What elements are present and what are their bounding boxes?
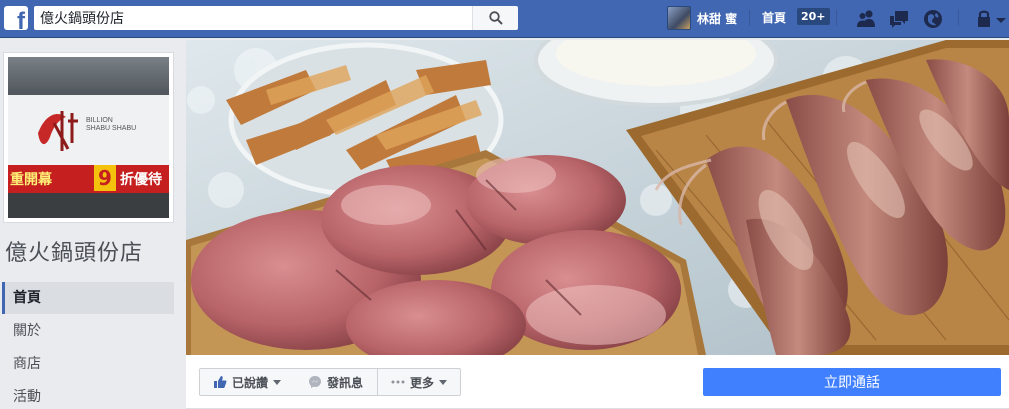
more-dots-icon [391, 380, 405, 384]
more-button-label: 更多 [409, 375, 434, 390]
avatar [667, 6, 691, 30]
thumbs-up-icon [213, 376, 227, 388]
sign-banner-number: 9 [94, 165, 116, 191]
storefront-windows [8, 57, 169, 97]
search-icon [489, 11, 503, 25]
storefront-base [8, 193, 169, 218]
facebook-logo[interactable]: f [4, 6, 28, 30]
top-navigation-bar: f 林甜 蜜 首頁 20+ [0, 0, 1009, 38]
friends-icon[interactable] [855, 8, 877, 30]
sign-banner-left-text: 重開幕 [10, 172, 52, 188]
message-button[interactable]: 發訊息 [294, 368, 378, 396]
messages-icon[interactable] [888, 8, 910, 30]
restaurant-logo [38, 111, 78, 151]
like-button-label: 已說讚 [231, 375, 268, 390]
sign-brand-line: SHABU SHABU [86, 125, 137, 132]
cover-photo[interactable] [186, 40, 1009, 355]
storefront-photo: BILLION SHABU SHABU 重開幕 9 折優待 [8, 57, 169, 218]
chevron-down-icon [273, 379, 281, 385]
sign-banner-right-text: 折優待 [120, 172, 162, 188]
sign-brand-line: BILLION [86, 117, 113, 124]
page-title[interactable]: 億火鍋頭份店 [5, 235, 143, 267]
account-menu-icon[interactable] [995, 8, 1007, 30]
seafood-cover-image [186, 40, 1009, 355]
nav-divider [958, 10, 959, 26]
notifications-icon[interactable] [922, 8, 944, 30]
sidebar-item-home[interactable]: 首頁 [2, 282, 174, 314]
chevron-down-icon [439, 379, 447, 385]
lock-icon[interactable] [974, 8, 996, 30]
nav-divider [749, 10, 750, 26]
like-button[interactable]: 已說讚 [199, 368, 295, 396]
search-input[interactable] [34, 6, 438, 30]
sidebar-item-about[interactable]: 關於 [2, 315, 174, 347]
sidebar-item-shop[interactable]: 商店 [2, 348, 174, 380]
call-now-button[interactable]: 立即通話 [703, 368, 1001, 396]
nav-divider [836, 10, 837, 26]
home-badge: 20+ [797, 8, 830, 25]
home-link[interactable]: 首頁 [762, 9, 786, 26]
profile-picture[interactable]: BILLION SHABU SHABU 重開幕 9 折優待 [3, 52, 174, 223]
user-name: 林甜 蜜 [697, 11, 738, 26]
user-profile-link[interactable]: 林甜 蜜 [667, 5, 737, 31]
sign-brand-text: BILLION SHABU SHABU [86, 117, 136, 133]
search-button[interactable] [472, 6, 518, 30]
more-button[interactable]: 更多 [378, 368, 461, 396]
sidebar-item-events[interactable]: 活動 [2, 381, 174, 409]
message-button-label: 發訊息 [326, 375, 363, 390]
messenger-icon [308, 376, 321, 388]
page-action-bar: 已說讚 發訊息 更多 立即通話 [186, 355, 1009, 409]
search-box [34, 6, 518, 30]
